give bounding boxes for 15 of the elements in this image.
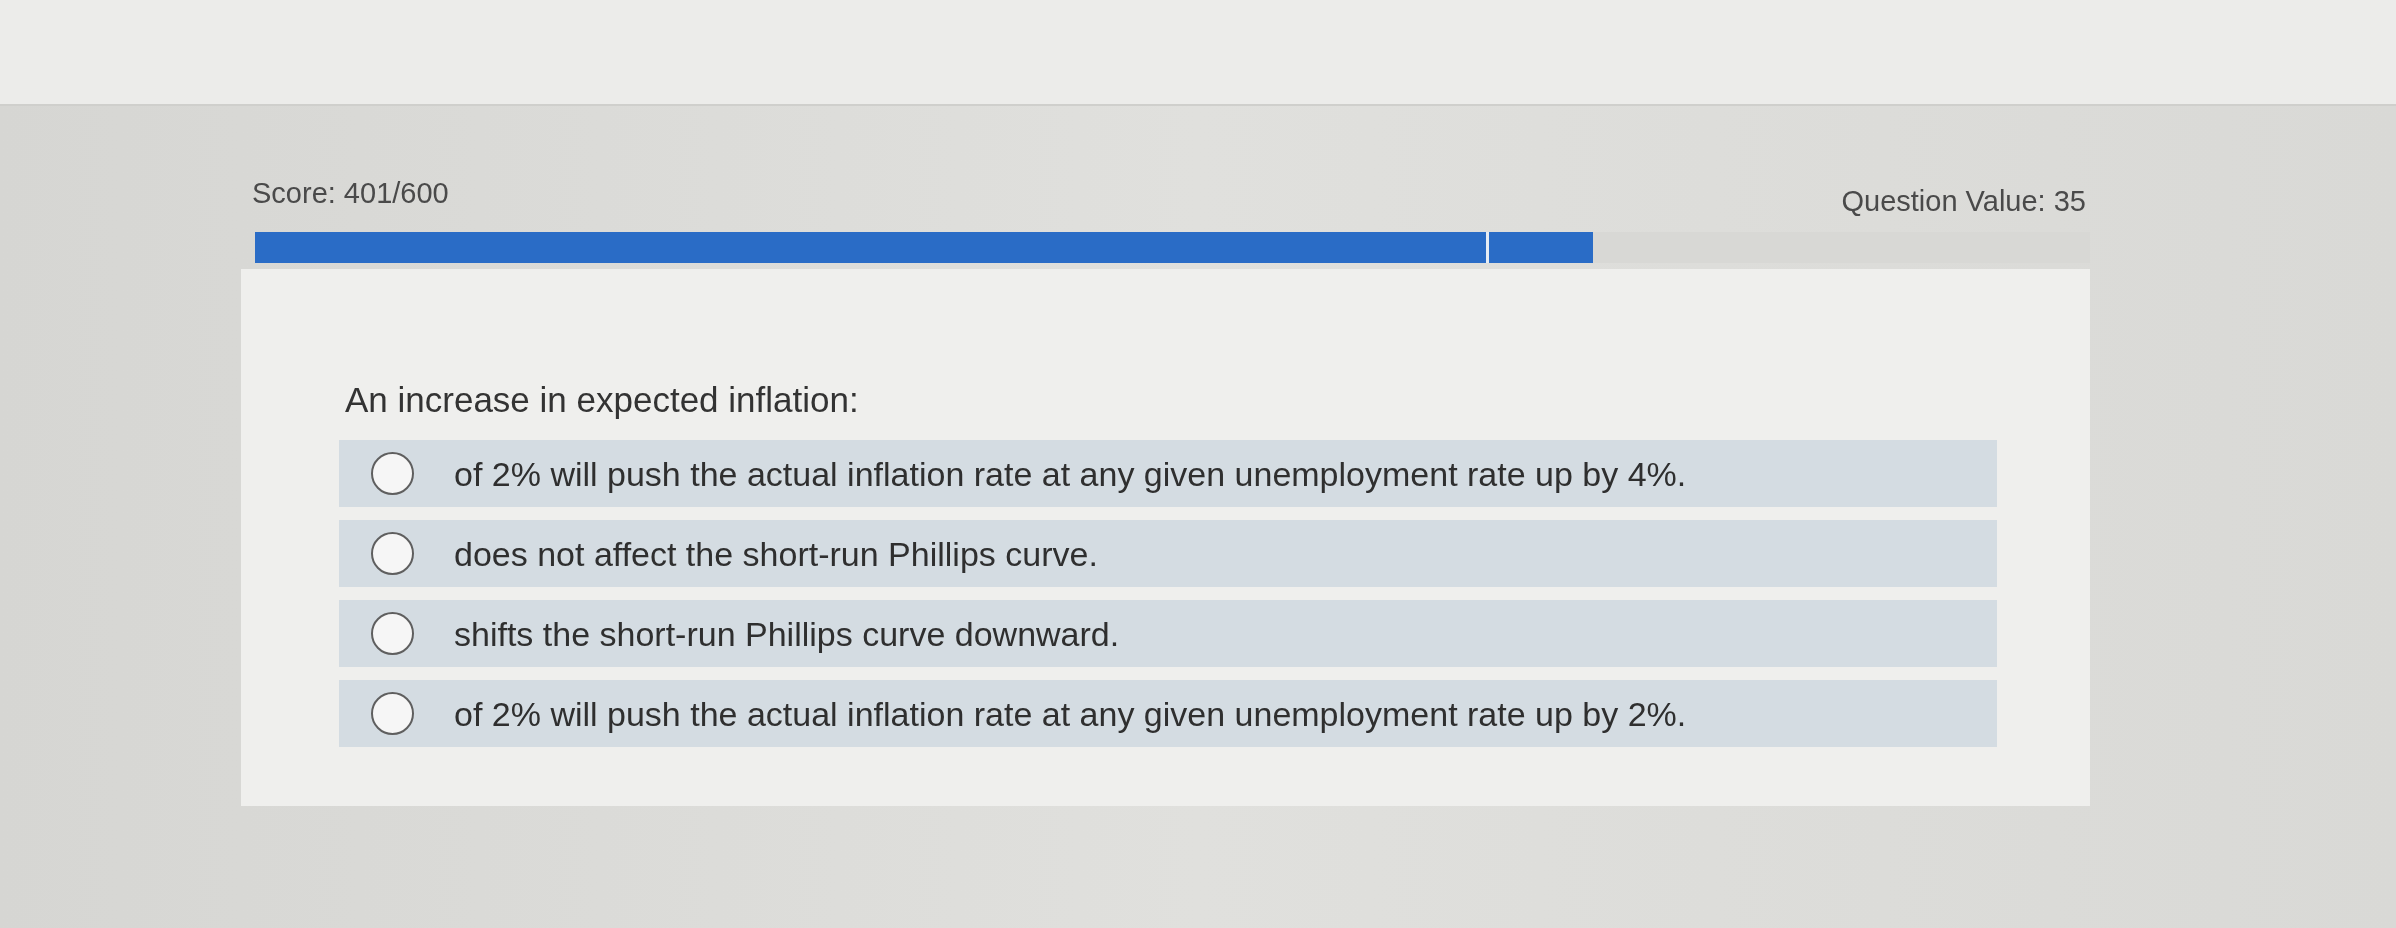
answer-option[interactable]: of 2% will push the actual inflation rate at any given unemployment rate up by 2%.	[339, 680, 1997, 747]
radio-button[interactable]	[371, 532, 414, 575]
answer-option[interactable]: shifts the short-run Phillips curve downward.	[339, 600, 1997, 667]
radio-button[interactable]	[371, 692, 414, 735]
radio-button[interactable]	[371, 612, 414, 655]
answer-text: of 2% will push the actual inflation rate at any given unemployment rate up by 4%.	[454, 453, 1687, 495]
answer-text: does not affect the short-run Phillips curve.	[454, 533, 1098, 575]
question-prompt: An increase in expected inflation:	[345, 379, 859, 421]
answer-option[interactable]: does not affect the short-run Phillips curve.	[339, 520, 1997, 587]
answer-text: of 2% will push the actual inflation rate at any given unemployment rate up by 2%.	[454, 693, 1687, 735]
score-text: Score: 401/600	[252, 176, 449, 211]
radio-button[interactable]	[371, 452, 414, 495]
question-value-text: Question Value: 35	[1841, 184, 2086, 219]
answer-option[interactable]: of 2% will push the actual inflation rate at any given unemployment rate up by 4%.	[339, 440, 1997, 507]
answer-text: shifts the short-run Phillips curve downward.	[454, 613, 1120, 655]
